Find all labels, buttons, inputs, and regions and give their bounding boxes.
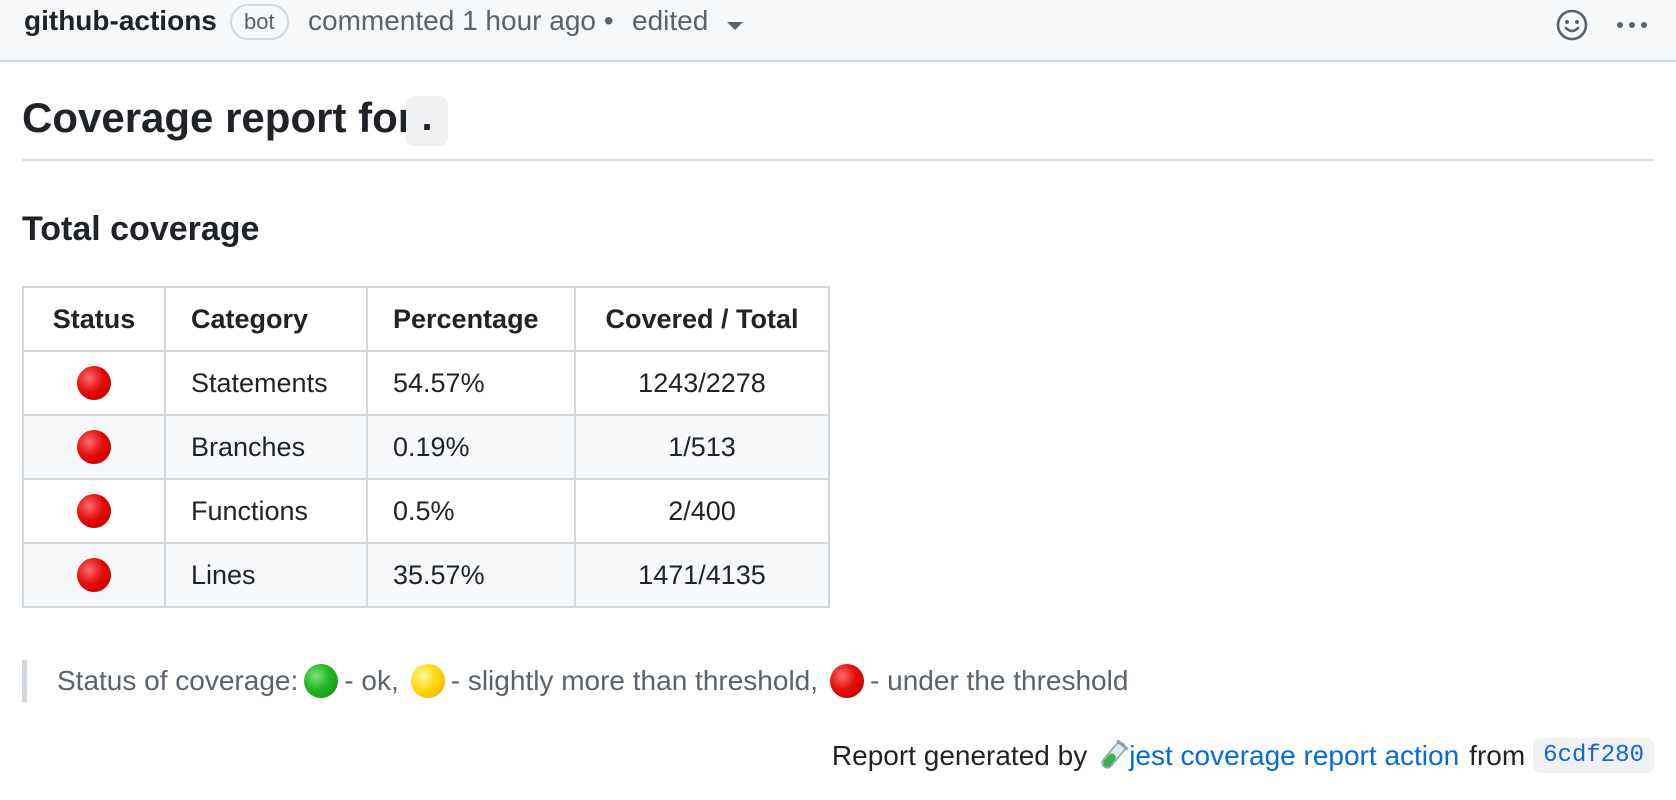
red-circle-icon	[77, 494, 111, 528]
legend-slightly: - slightly more than threshold,	[450, 665, 819, 696]
table-row: Lines 35.57% 1471/4135	[22, 542, 830, 608]
bot-badge: bot	[230, 4, 289, 40]
category-cell: Branches	[164, 414, 368, 480]
comment-header: github-actions bot commented 1 hour ago …	[0, 0, 1676, 62]
green-circle-icon	[304, 664, 339, 698]
commit-sha-link[interactable]: 6cdf280	[1533, 738, 1654, 773]
edited-menu[interactable]: edited	[632, 5, 708, 37]
comment-author[interactable]: github-actions	[24, 5, 217, 37]
report-heading: Coverage report for	[22, 94, 415, 141]
percentage-cell: 35.57%	[366, 542, 576, 608]
action-link[interactable]: jest coverage report action	[1129, 740, 1459, 772]
coverage-table: Status Category Percentage Covered / Tot…	[22, 286, 830, 608]
column-header-covered-total: Covered / Total	[574, 286, 830, 352]
category-cell: Functions	[164, 478, 368, 544]
red-circle-icon	[77, 558, 111, 592]
yellow-circle-icon	[410, 664, 445, 698]
report-heading-code: .	[406, 96, 448, 146]
smiley-icon[interactable]	[1555, 8, 1589, 42]
test-tube-icon	[1101, 739, 1129, 769]
kebab-menu-icon[interactable]	[1612, 8, 1652, 42]
table-row: Branches 0.19% 1/513	[22, 414, 830, 480]
red-circle-icon	[830, 664, 865, 698]
percentage-cell: 0.19%	[366, 414, 576, 480]
covered-total-cell: 1/513	[574, 414, 830, 480]
column-header-category: Category	[164, 286, 368, 352]
legend-prefix: Status of coverage:	[57, 665, 299, 696]
footer-from: from	[1469, 739, 1526, 771]
red-circle-icon	[77, 366, 111, 400]
table-header-row: Status Category Percentage Covered / Tot…	[22, 286, 830, 352]
status-cell	[22, 350, 166, 416]
status-legend: Status of coverage: - ok, - slightly mor…	[22, 660, 1128, 702]
table-row: Statements 54.57% 1243/2278	[22, 350, 830, 416]
covered-total-cell: 1243/2278	[574, 350, 830, 416]
heading-divider	[22, 159, 1654, 161]
status-cell	[22, 542, 166, 608]
percentage-cell: 54.57%	[366, 350, 576, 416]
category-cell: Statements	[164, 350, 368, 416]
red-circle-icon	[77, 430, 111, 464]
legend-ok: - ok,	[344, 665, 399, 696]
status-cell	[22, 478, 166, 544]
legend-under: - under the threshold	[870, 665, 1129, 696]
column-header-status: Status	[22, 286, 166, 352]
chevron-down-icon[interactable]	[727, 22, 743, 30]
footer-prefix: Report generated by	[831, 739, 1088, 771]
covered-total-cell: 2/400	[574, 478, 830, 544]
status-cell	[22, 414, 166, 480]
percentage-cell: 0.5%	[366, 478, 576, 544]
category-cell: Lines	[164, 542, 368, 608]
table-row: Functions 0.5% 2/400	[22, 478, 830, 544]
column-header-percentage: Percentage	[366, 286, 576, 352]
total-coverage-heading: Total coverage	[22, 210, 260, 248]
covered-total-cell: 1471/4135	[574, 542, 830, 608]
comment-timestamp[interactable]: commented 1 hour ago •	[308, 5, 614, 37]
report-footer: Report generated by jest coverage report…	[832, 738, 1654, 773]
